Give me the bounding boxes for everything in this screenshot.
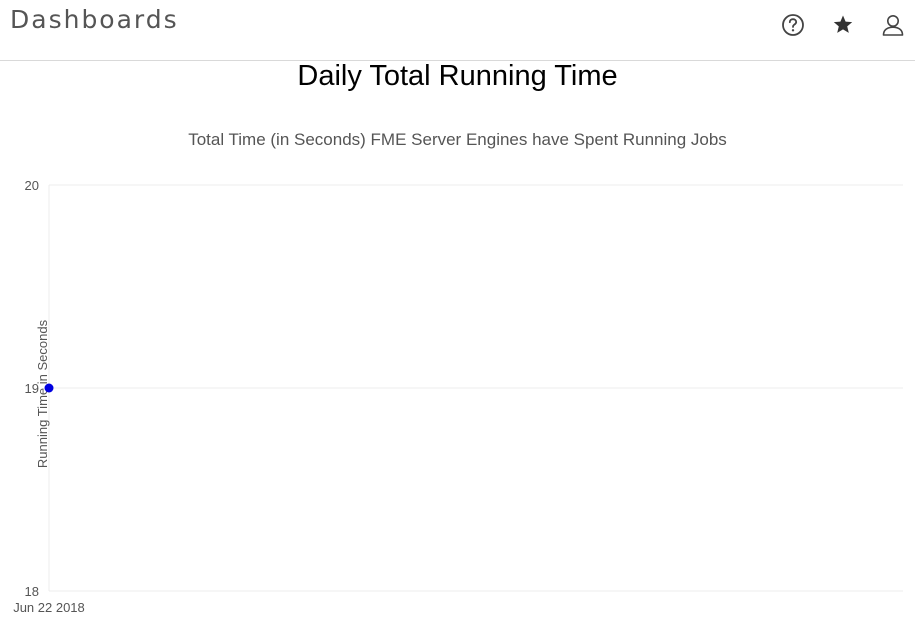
y-axis-title: Running Time in Seconds: [35, 319, 50, 468]
y-tick-label: 18: [25, 584, 39, 599]
data-point: [44, 383, 54, 393]
axis-layer: 181920Jun 22 2018Running Time in Seconds: [13, 178, 85, 615]
mark-layer: [44, 383, 54, 393]
y-tick-label: 20: [25, 178, 39, 193]
x-tick-label: Jun 22 2018: [13, 600, 85, 615]
chart-plot: 181920Jun 22 2018Running Time in Seconds: [13, 178, 903, 615]
grid-layer: [49, 184, 903, 592]
